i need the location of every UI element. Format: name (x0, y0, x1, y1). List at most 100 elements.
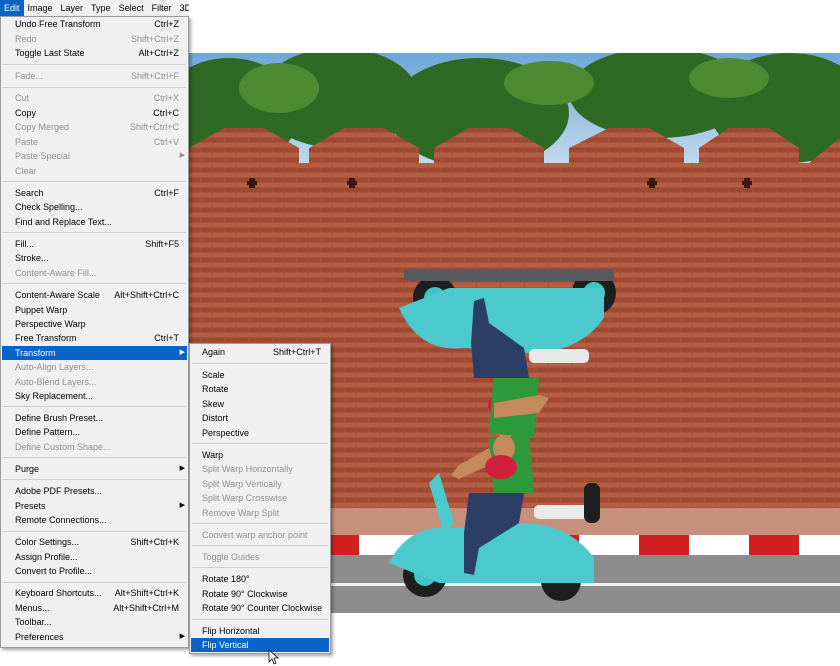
menu-item-rotate-90-counter-clockwise[interactable]: Rotate 90° Counter Clockwise (191, 601, 329, 615)
menu-item-menus[interactable]: Menus...Alt+Shift+Ctrl+M (2, 601, 187, 615)
menubar-filter[interactable]: Filter (148, 0, 176, 16)
menu-separator (192, 443, 328, 444)
menu-item-toolbar[interactable]: Toolbar... (2, 615, 187, 629)
menu-item-split-warp-crosswise[interactable]: Split Warp Crosswise (191, 491, 329, 505)
menu-item-transform[interactable]: Transform▶ (2, 346, 187, 360)
menu-item-find-and-replace-text[interactable]: Find and Replace Text... (2, 215, 187, 229)
menubar-select[interactable]: Select (115, 0, 148, 16)
menu-item-label: Flip Horizontal (202, 626, 260, 636)
menu-item-preferences[interactable]: Preferences ▶ (2, 630, 187, 644)
menu-item-label: Toggle Guides (202, 552, 260, 562)
menu-item-copy-merged[interactable]: Copy MergedShift+Ctrl+C (2, 120, 187, 134)
menu-item-free-transform[interactable]: Free TransformCtrl+T (2, 331, 187, 345)
menu-item-rotate[interactable]: Rotate (191, 382, 329, 396)
submenu-arrow-icon: ▶ (180, 630, 185, 644)
menu-item-perspective[interactable]: Perspective (191, 426, 329, 440)
menu-item-shortcut: Ctrl+T (154, 331, 179, 345)
menu-item-split-warp-horizontally[interactable]: Split Warp Horizontally (191, 462, 329, 476)
transform-submenu: AgainShift+Ctrl+T ScaleRotateSkew Distort P… (189, 343, 331, 654)
menu-item-convert-warp-anchor-point[interactable]: Convert warp anchor point (191, 528, 329, 542)
menu-item-scale[interactable]: Scale (191, 368, 329, 382)
menu-item-label: Convert warp anchor point (202, 530, 308, 540)
menu-item-flip-vertical[interactable]: Flip Vertical (191, 638, 329, 652)
menu-item-cut[interactable]: CutCtrl+X (2, 91, 187, 105)
menu-item-clear[interactable]: Clear (2, 164, 187, 178)
menu-item-purge[interactable]: Purge▶ (2, 462, 187, 476)
menu-item-label: Assign Profile... (15, 552, 78, 562)
menu-item-undo-free-transform[interactable]: Undo Free TransformCtrl+Z (2, 17, 187, 31)
menu-item-label: Auto-Blend Layers... (15, 377, 97, 387)
menu-item-warp[interactable]: Warp (191, 448, 329, 462)
menu-separator (3, 479, 186, 480)
menu-item-fade[interactable]: Fade...Shift+Ctrl+F (2, 69, 187, 83)
menu-item-again[interactable]: AgainShift+Ctrl+T (191, 345, 329, 359)
menu-item-convert-to-profile[interactable]: Convert to Profile... (2, 564, 187, 578)
menu-item-adobe-pdf-presets[interactable]: Adobe PDF Presets... (2, 484, 187, 498)
menu-item-redo[interactable]: RedoShift+Ctrl+Z (2, 32, 187, 46)
menu-item-label: Rotate 90° Counter Clockwise (202, 603, 322, 613)
menu-item-auto-blend-layers[interactable]: Auto-Blend Layers... (2, 375, 187, 389)
menu-item-perspective-warp[interactable]: Perspective Warp (2, 317, 187, 331)
menu-item-label: Keyboard Shortcuts... (15, 588, 102, 598)
menu-item-remote-connections[interactable]: Remote Connections... (2, 513, 187, 527)
menu-item-assign-profile[interactable]: Assign Profile... (2, 550, 187, 564)
menu-item-label: Define Custom Shape... (15, 442, 111, 452)
menubar-layer[interactable]: Layer (57, 0, 88, 16)
menubar-type[interactable]: Type (87, 0, 115, 16)
menu-item-label: Find and Replace Text... (15, 217, 112, 227)
menu-item-flip-horizontal[interactable]: Flip Horizontal (191, 624, 329, 638)
menubar-image[interactable]: Image (24, 0, 57, 16)
menu-item-puppet-warp[interactable]: Puppet Warp (2, 303, 187, 317)
menu-item-paste[interactable]: Paste Ctrl+V (2, 135, 187, 149)
menu-item-keyboard-shortcuts[interactable]: Keyboard Shortcuts...Alt+Shift+Ctrl+K (2, 586, 187, 600)
menu-item-label: Purge (15, 464, 39, 474)
menu-separator (3, 531, 186, 532)
menu-separator (3, 64, 186, 65)
menu-item-auto-align-layers[interactable]: Auto-Align Layers... (2, 360, 187, 374)
menu-item-rotate-180[interactable]: Rotate 180° (191, 572, 329, 586)
menu-item-label: Paste Special (15, 151, 70, 161)
menu-item-define-custom-shape[interactable]: Define Custom Shape... (2, 440, 187, 454)
menu-bar: Edit Image Layer Type Select Filter 3D (0, 0, 189, 17)
menu-item-split-warp-vertically[interactable]: Split Warp Vertically (191, 477, 329, 491)
menu-item-shortcut: Ctrl+V (154, 135, 179, 149)
menu-item-presets[interactable]: Presets ▶ (2, 499, 187, 513)
menu-separator (192, 523, 328, 524)
menu-item-label: Paste (15, 137, 38, 147)
menu-item-shortcut: Shift+Ctrl+K (130, 535, 179, 549)
menu-separator (192, 363, 328, 364)
menu-item-define-pattern[interactable]: Define Pattern... (2, 425, 187, 439)
menu-item-toggle-last-state[interactable]: Toggle Last StateAlt+Ctrl+Z (2, 46, 187, 60)
menu-item-remove-warp-split[interactable]: Remove Warp Split (191, 506, 329, 520)
menu-item-paste-special[interactable]: Paste Special ▶ (2, 149, 187, 163)
menu-item-rotate-90-clockwise[interactable]: Rotate 90° Clockwise (191, 587, 329, 601)
menu-item-label: Preferences (15, 632, 64, 642)
menu-item-label: Rotate 180° (202, 574, 250, 584)
menu-item-shortcut: Shift+Ctrl+T (273, 345, 321, 359)
menubar-3d[interactable]: 3D (176, 0, 189, 16)
menu-item-label: Distort (202, 413, 228, 423)
menu-item-skew[interactable]: Skew (191, 397, 329, 411)
menu-item-copy[interactable]: CopyCtrl+C (2, 106, 187, 120)
submenu-arrow-icon: ▶ (180, 499, 185, 513)
menu-item-search[interactable]: SearchCtrl+F (2, 186, 187, 200)
menu-item-shortcut: Shift+Ctrl+F (131, 69, 179, 83)
menu-item-define-brush-preset[interactable]: Define Brush Preset... (2, 411, 187, 425)
menu-item-fill[interactable]: Fill...Shift+F5 (2, 237, 187, 251)
menu-item-label: Content-Aware Scale (15, 290, 100, 300)
menubar-edit[interactable]: Edit (0, 0, 24, 16)
menu-item-shortcut: Shift+F5 (145, 237, 179, 251)
menu-item-distort[interactable]: Distort (191, 411, 329, 425)
menu-item-stroke[interactable]: Stroke... (2, 251, 187, 265)
menu-item-sky-replacement[interactable]: Sky Replacement... (2, 389, 187, 403)
menu-item-content-aware-scale[interactable]: Content-Aware ScaleAlt+Shift+Ctrl+C (2, 288, 187, 302)
menu-item-label: Cut (15, 93, 29, 103)
menu-item-content-aware-fill[interactable]: Content-Aware Fill... (2, 266, 187, 280)
menu-item-label: Menus... (15, 603, 50, 613)
menu-item-toggle-guides[interactable]: Toggle Guides (191, 550, 329, 564)
submenu-arrow-icon: ▶ (180, 149, 185, 163)
menu-item-label: Presets (15, 501, 46, 511)
menu-item-color-settings[interactable]: Color Settings...Shift+Ctrl+K (2, 535, 187, 549)
menu-item-check-spelling[interactable]: Check Spelling... (2, 200, 187, 214)
menu-item-label: Convert to Profile... (15, 566, 92, 576)
